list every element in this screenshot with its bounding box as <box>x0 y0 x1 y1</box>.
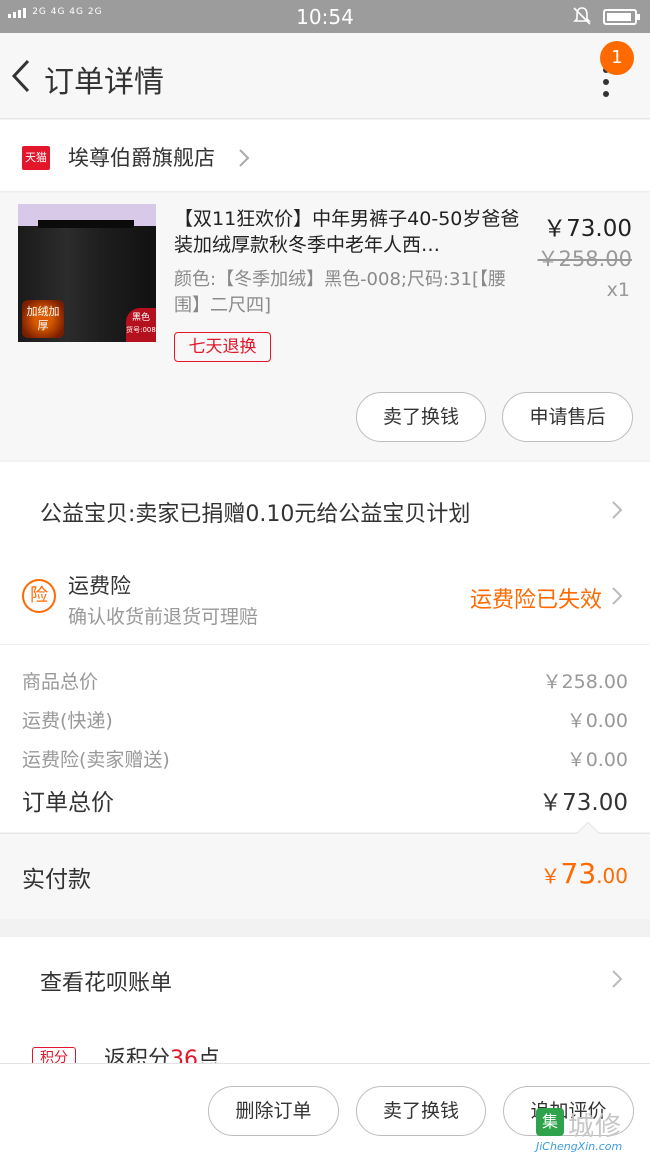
order-total-row: 订单总价 ￥73.00 <box>22 783 628 816</box>
status-bar: 2G 4G 4G 2G 10:54 <box>0 0 650 33</box>
color-tag: 黑色 货号:008 <box>126 308 156 342</box>
battery-icon <box>603 9 640 25</box>
chevron-right-icon <box>612 970 623 988</box>
amount-decimal: .00 <box>596 864 628 888</box>
color-tag-code: 货号:008 <box>126 326 156 334</box>
order-item: 加绒加厚 黑色 货号:008 【双11狂欢价】中年男裤子40-50岁爸爸装加绒厚… <box>0 193 650 460</box>
delete-order-button[interactable]: 删除订单 <box>208 1086 339 1136</box>
mute-icon <box>573 7 591 25</box>
amount-paid-label: 实付款 <box>22 867 91 893</box>
sell-button[interactable]: 卖了换钱 <box>356 1086 486 1136</box>
product-image-belt <box>38 220 134 228</box>
product-image[interactable]: 加绒加厚 黑色 货号:008 <box>18 204 156 342</box>
amount-integer: 73 <box>560 857 597 890</box>
huabei-text: 查看花呗账单 <box>40 971 173 996</box>
charity-row[interactable]: 公益宝贝:卖家已捐赠0.10元给公益宝贝计划 <box>0 462 650 552</box>
insurance-subtitle: 确认收货前退货可理赔 <box>68 606 259 628</box>
order-total-value: ￥73.00 <box>539 790 628 816</box>
watermark-text: 城修 <box>568 1112 623 1142</box>
points-prefix: 返积分 <box>104 1047 171 1063</box>
currency-symbol: ￥ <box>540 864 561 888</box>
points-suffix: 点 <box>198 1047 221 1063</box>
page-title: 订单详情 <box>44 65 164 100</box>
summary-value: ￥0.00 <box>566 710 628 732</box>
chevron-right-icon <box>239 149 250 167</box>
summary-row: 运费(快递) ￥0.00 <box>22 706 628 736</box>
summary-row: 运费险(卖家赠送) ￥0.00 <box>22 745 628 775</box>
huabei-bill-row[interactable]: 查看花呗账单 <box>0 937 650 1027</box>
nav-bar: 订单详情 1 <box>0 33 650 119</box>
back-icon[interactable] <box>8 57 34 95</box>
product-price: ￥73.00 <box>543 216 632 242</box>
chevron-right-icon <box>612 587 623 605</box>
insurance-status: 运费险已失效 <box>469 588 602 613</box>
order-total-label: 订单总价 <box>22 790 114 816</box>
shop-name[interactable]: 埃尊伯爵旗舰店 <box>68 142 215 172</box>
watermark-logo: 集 <box>536 1108 564 1136</box>
insurance-title: 运费险 <box>68 574 131 598</box>
summary-value: ￥258.00 <box>542 671 628 693</box>
shipping-insurance-row[interactable]: 险 运费险 确认收货前退货可理赔 运费险已失效 <box>0 552 650 644</box>
notification-badge: 1 <box>600 41 634 75</box>
summary-label: 运费险(卖家赠送) <box>22 749 170 771</box>
points-text: 返积分36点 <box>104 1041 220 1063</box>
watermark: 集 城修 JiChengXin.com <box>530 1106 650 1155</box>
summary-value: ￥0.00 <box>566 749 628 771</box>
clock: 10:54 <box>296 5 354 29</box>
insurance-icon: 险 <box>22 579 56 613</box>
points-tag: 积分 <box>32 1047 76 1063</box>
warm-badge: 加绒加厚 <box>22 300 64 338</box>
points-row: 积分 返积分36点 <box>0 1027 650 1063</box>
color-tag-name: 黑色 <box>131 313 150 323</box>
summary-label: 商品总价 <box>22 671 99 693</box>
summary-row: 商品总价 ￥258.00 <box>22 667 628 697</box>
shop-row[interactable]: 天猫 埃尊伯爵旗舰店 <box>0 120 650 192</box>
summary-label: 运费(快递) <box>22 710 113 732</box>
product-quantity: x1 <box>606 279 630 301</box>
sell-button[interactable]: 卖了换钱 <box>356 392 486 442</box>
product-title[interactable]: 【双11狂欢价】中年男裤子40-50岁爸爸装加绒厚款秋冬季中老年人西… <box>174 206 524 258</box>
return-policy-badge: 七天退换 <box>174 332 271 362</box>
after-sale-button[interactable]: 申请售后 <box>502 392 633 442</box>
chevron-right-icon <box>612 501 623 519</box>
watermark-url: JiChengXin.com <box>536 1140 623 1153</box>
price-summary: 商品总价 ￥258.00 运费(快递) ￥0.00 运费险(卖家赠送) ￥0.0… <box>0 644 650 832</box>
amount-paid-value: ￥73.00 <box>541 857 628 890</box>
amount-paid-row: 实付款 ￥73.00 <box>0 821 650 919</box>
original-price: ￥258.00 <box>537 247 632 271</box>
charity-text: 公益宝贝:卖家已捐赠0.10元给公益宝贝计划 <box>40 502 471 527</box>
tmall-icon: 天猫 <box>22 146 50 170</box>
points-count: 36 <box>170 1047 199 1063</box>
product-specs: 颜色:【冬季加绒】黑色-008;尺码:31[【腰围】二尺四] <box>174 269 506 316</box>
